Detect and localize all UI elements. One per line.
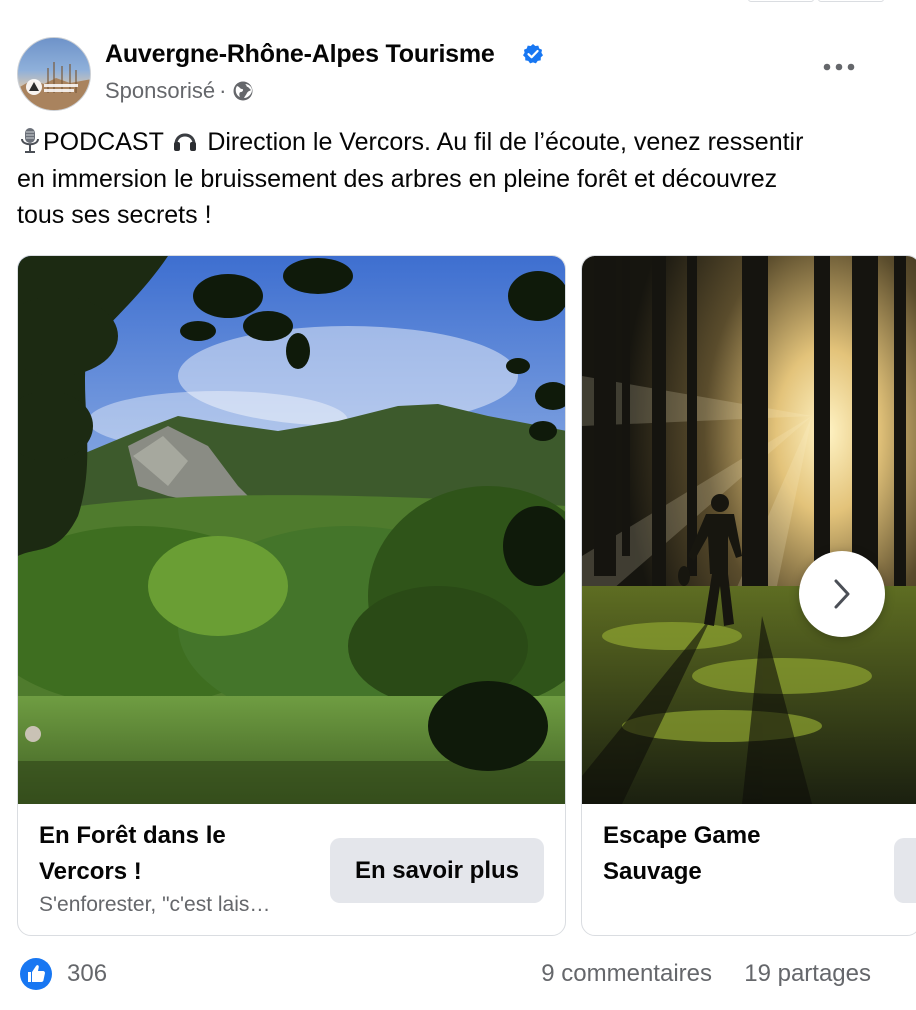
verified-badge-icon bbox=[523, 44, 543, 64]
page-name[interactable]: Auvergne-Rhône-Alpes Tourisme bbox=[105, 40, 495, 69]
post-text-tag: PODCAST bbox=[43, 128, 164, 156]
sponsored-label[interactable]: Sponsorisé bbox=[105, 78, 215, 104]
card-footer: Escape Game Sauvage bbox=[582, 804, 916, 935]
learn-more-button[interactable]: En savoir plus bbox=[330, 838, 544, 903]
post-text-line1: Direction le Vercors. Au fil de l’écoute… bbox=[207, 128, 804, 156]
meta-separator: · bbox=[219, 78, 227, 103]
post-text-line3: tous ses secrets ! bbox=[17, 201, 212, 229]
engagement-bar: 306 9 commentaires 19 partages bbox=[17, 953, 877, 997]
card-image[interactable] bbox=[582, 256, 916, 804]
carousel-next-button[interactable] bbox=[799, 551, 885, 637]
page-avatar[interactable] bbox=[17, 37, 91, 111]
post-text-line2: en immersion le bruissement des arbres e… bbox=[17, 164, 778, 193]
headphones-emoji bbox=[174, 133, 197, 151]
chevron-right-icon bbox=[834, 579, 850, 609]
post-text: PODCAST Direction le Vercors. Au fil de … bbox=[17, 124, 887, 234]
previous-card-edge bbox=[818, 0, 884, 2]
card-description: S'enforester, "c'est lais… bbox=[39, 893, 271, 916]
card-title[interactable]: En Forêt dans le Vercors ! bbox=[39, 818, 279, 890]
card-title[interactable]: Escape Game Sauvage bbox=[603, 818, 843, 890]
microphone-emoji bbox=[21, 128, 39, 153]
card-footer: En Forêt dans le Vercors ! S'enforester,… bbox=[18, 804, 565, 935]
globe-icon[interactable] bbox=[232, 80, 254, 102]
card-cta-button[interactable] bbox=[894, 838, 916, 903]
more-options-icon[interactable] bbox=[821, 61, 857, 73]
comments-count[interactable]: 9 commentaires bbox=[541, 960, 712, 988]
previous-card-edge bbox=[748, 0, 814, 2]
shares-count[interactable]: 19 partages bbox=[744, 960, 871, 988]
post-header: Auvergne-Rhône-Alpes Tourisme Sponsorisé… bbox=[17, 37, 897, 113]
card-image[interactable] bbox=[18, 256, 565, 804]
carousel-card[interactable]: En Forêt dans le Vercors ! S'enforester,… bbox=[17, 255, 566, 936]
post-meta: Sponsorisé · bbox=[105, 78, 254, 104]
reaction-count[interactable]: 306 bbox=[67, 960, 107, 988]
thumbs-up-icon[interactable] bbox=[19, 957, 53, 991]
